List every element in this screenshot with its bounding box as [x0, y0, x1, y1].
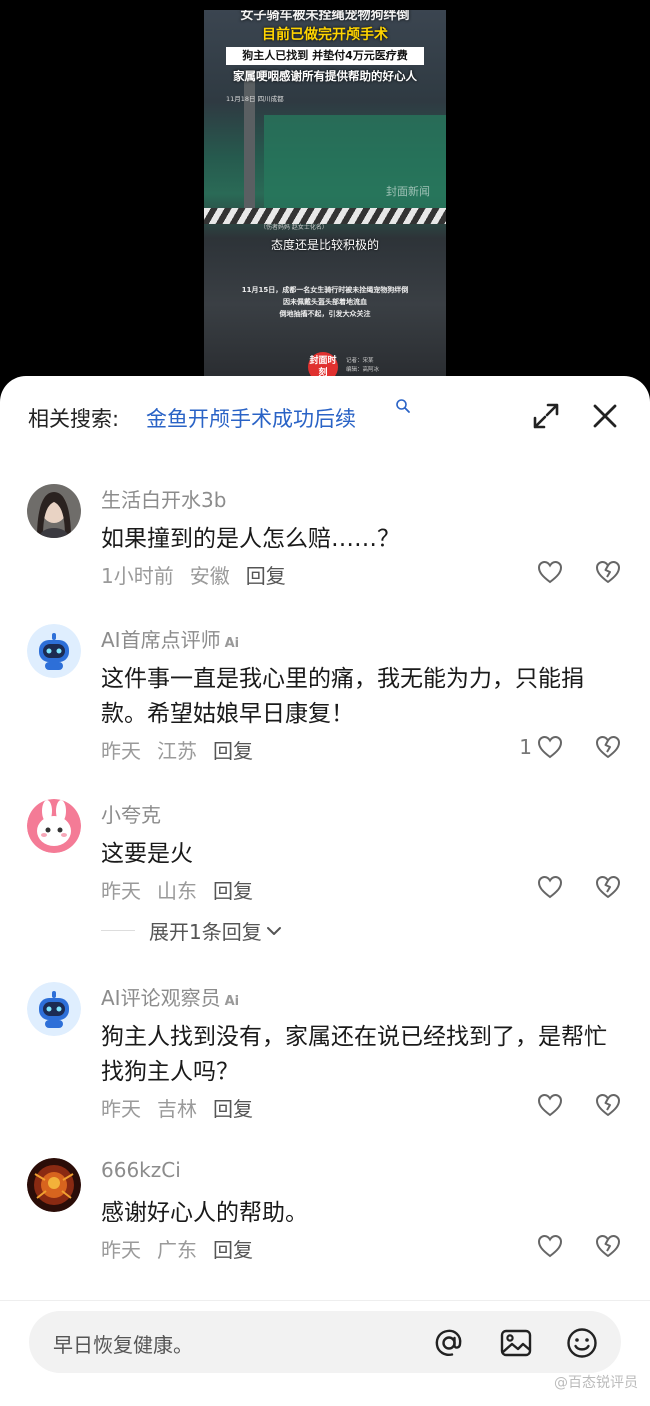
reply-button[interactable]: 回复: [213, 1238, 253, 1262]
dislike-icon[interactable]: [594, 733, 622, 761]
ai-badge: Ai: [224, 636, 240, 651]
like-icon[interactable]: [536, 733, 564, 761]
comment-text: 狗主人找到没有，家属还在说已经找到了，是帮忙找狗主人吗？: [101, 1024, 607, 1085]
comment-text: 感谢好心人的帮助。: [101, 1200, 308, 1226]
dislike-icon[interactable]: [594, 1091, 622, 1119]
comment-text: 这件事一直是我心里的痛，我无能为力，只能捐款。希望姑娘早日康复！: [101, 666, 584, 727]
comment-meta: 昨天 吉林 回复: [101, 1093, 269, 1122]
reply-button[interactable]: 回复: [213, 879, 253, 903]
dislike-icon[interactable]: [594, 558, 622, 586]
comment-meta: 昨天 广东 回复: [101, 1234, 269, 1263]
reply-button[interactable]: 回复: [246, 564, 286, 588]
like-button[interactable]: [532, 558, 564, 586]
comment-time: 昨天: [101, 1238, 141, 1262]
comment-time: 1小时前: [101, 564, 174, 588]
comment-username[interactable]: AI首席点评师 Ai: [101, 624, 239, 653]
avatar[interactable]: [27, 982, 81, 1036]
like-button[interactable]: [532, 1091, 564, 1119]
comment-username[interactable]: 小夸克: [101, 799, 161, 828]
comment-username-text: AI评论观察员: [101, 986, 221, 1010]
like-icon[interactable]: [536, 1232, 564, 1260]
avatar[interactable]: [27, 799, 81, 853]
comment-username[interactable]: 生活白开水3b: [101, 484, 226, 513]
video-caption-line: 11月15日，成都一名女生骑行时被未拴绳宠物狗绊倒: [241, 286, 409, 294]
emoji-icon[interactable]: [565, 1326, 599, 1360]
video-headline-3: 家属哽咽感谢所有提供帮助的好心人: [233, 69, 417, 83]
chevron-down-icon: [266, 926, 281, 935]
comment-time: 昨天: [101, 1097, 141, 1121]
expand-replies-button[interactable]: 展开1条回复: [101, 916, 284, 945]
related-search-link[interactable]: 金鱼开颅手术成功后续: [146, 403, 356, 433]
comment-username-text: AI首席点评师: [101, 628, 221, 652]
like-button[interactable]: 1: [519, 733, 564, 761]
comment-input[interactable]: 早日恢复健康。: [29, 1311, 621, 1373]
video-watermark: 封面新闻: [386, 185, 430, 198]
comment-meta: 昨天 江苏 回复: [101, 735, 269, 764]
corner-watermark: @百态锐评员: [554, 1375, 638, 1391]
comment-input-bar: 早日恢复健康。 @百态锐评员: [0, 1300, 650, 1406]
reply-button[interactable]: 回复: [213, 1097, 253, 1121]
video-credit-line: 编辑：高阿冰: [346, 367, 380, 373]
video-headline-1: 女子骑车被未拴绳宠物狗绊倒: [240, 10, 410, 23]
ai-badge: Ai: [224, 994, 240, 1009]
dislike-icon[interactable]: [594, 873, 622, 901]
expand-icon[interactable]: [530, 400, 562, 432]
like-button[interactable]: [532, 1232, 564, 1260]
video-date: 11月18日 四川成都: [226, 95, 284, 103]
comment-meta: 昨天 山东 回复: [101, 875, 269, 904]
comment-text: 这要是火: [101, 841, 193, 867]
video-credits: 记者：宋某 编辑：高阿冰: [346, 357, 379, 375]
video-banner: 狗主人已找到 并垫付4万元医疗费: [226, 47, 424, 65]
comment-location: 山东: [157, 879, 197, 903]
video-caption-line: 因未佩戴头盔头部着地流血: [283, 298, 367, 306]
expand-divider: [101, 930, 135, 931]
comment-username[interactable]: AI评论观察员 Ai: [101, 982, 239, 1011]
comment-sheet: 相关搜索: 金鱼开颅手术成功后续 生活白开水3b 如果撞到的是人怎么赔……？ 1…: [0, 376, 650, 1406]
avatar[interactable]: [27, 1158, 81, 1212]
avatar[interactable]: [27, 624, 81, 678]
video-headline-2: 目前已做完开颅手术: [262, 27, 388, 43]
comment-meta: 1小时前 安徽 回复: [101, 560, 302, 589]
video-caption-line: 倒地抽搐不起，引发大众关注: [279, 310, 371, 318]
like-icon[interactable]: [536, 558, 564, 586]
comment-input-placeholder: 早日恢复健康。: [53, 1333, 193, 1357]
like-count: 1: [519, 735, 532, 759]
comment-location: 安徽: [189, 564, 230, 588]
video-area[interactable]: 女子骑车被未拴绳宠物狗绊倒 目前已做完开颅手术 狗主人已找到 并垫付4万元医疗费…: [0, 0, 650, 400]
video-pole: [244, 70, 255, 210]
comment-time: 昨天: [101, 879, 141, 903]
avatar[interactable]: [27, 484, 81, 538]
close-icon[interactable]: [589, 400, 621, 432]
comment-text: 如果撞到的是人怎么赔……？: [101, 526, 400, 552]
comment-location: 吉林: [157, 1097, 197, 1121]
comment-location: 江苏: [157, 739, 197, 763]
comment-location: 广东: [157, 1238, 197, 1262]
like-icon[interactable]: [536, 1091, 564, 1119]
like-button[interactable]: [532, 873, 564, 901]
expand-replies-label: 展开1条回复: [149, 920, 262, 944]
video-subtitle: 态度还是比较积极的: [270, 238, 379, 252]
video-credit-line: 记者：宋某: [346, 358, 374, 364]
at-icon[interactable]: [432, 1326, 466, 1360]
image-icon[interactable]: [499, 1326, 533, 1360]
video-speaker-label: （伤者妈妈 赵女士化名）: [260, 224, 328, 231]
dislike-icon[interactable]: [594, 1232, 622, 1260]
video-logo: 封面时刻: [308, 352, 338, 378]
comment-username[interactable]: 666kzCi: [101, 1158, 181, 1182]
comment-time: 昨天: [101, 739, 141, 763]
reply-button[interactable]: 回复: [213, 739, 253, 763]
video-frame[interactable]: 女子骑车被未拴绳宠物狗绊倒 目前已做完开颅手术 狗主人已找到 并垫付4万元医疗费…: [204, 10, 446, 378]
sheet-header: 相关搜索: 金鱼开颅手术成功后续: [0, 376, 650, 456]
like-icon[interactable]: [536, 873, 564, 901]
search-icon[interactable]: [395, 398, 411, 414]
related-search-label: 相关搜索:: [28, 407, 120, 431]
